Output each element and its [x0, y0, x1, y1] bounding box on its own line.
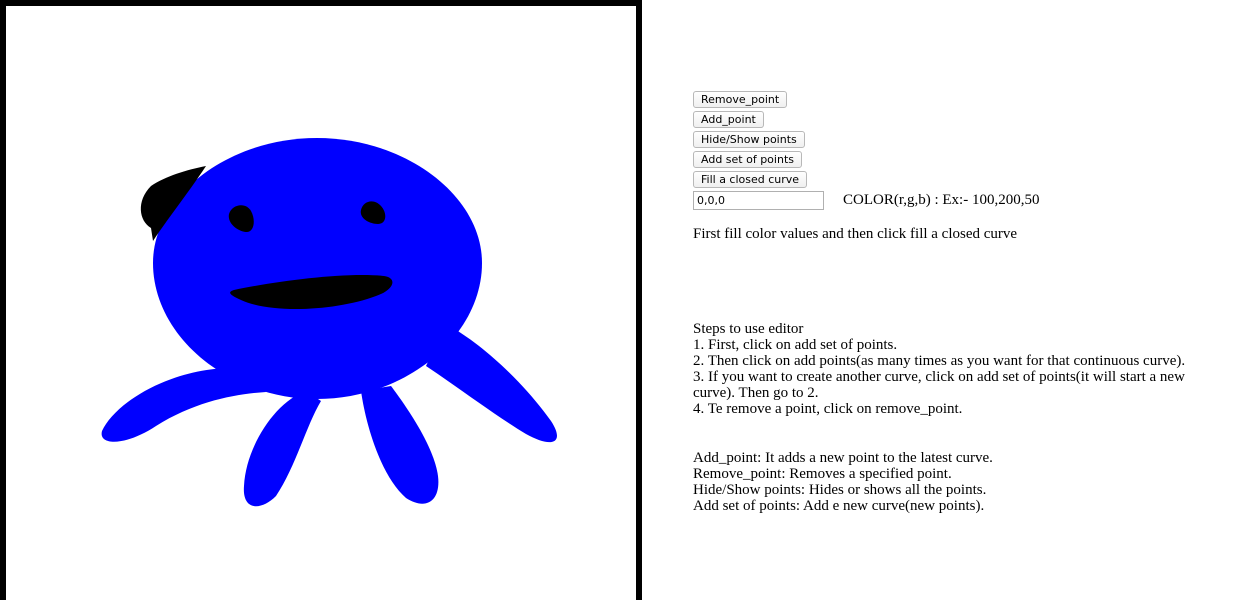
steps-title: Steps to use editor	[693, 321, 804, 337]
steps-section: Steps to use editor 1. First, click on a…	[693, 321, 1247, 417]
step-item: 2. Then click on add points(as many time…	[693, 353, 1186, 369]
help-item: Hide/Show points: Hides or shows all the…	[693, 482, 987, 498]
step-item: 1. First, click on add set of points.	[693, 337, 898, 353]
tentacle-mid-right	[361, 386, 439, 504]
fill-closed-curve-button[interactable]: Fill a closed curve	[693, 171, 808, 188]
hide-show-points-button[interactable]: Hide/Show points	[693, 131, 805, 148]
tentacle-mid-left	[243, 391, 321, 507]
fill-instruction: First fill color values and then click f…	[693, 226, 1018, 242]
drawing-canvas[interactable]	[0, 0, 642, 600]
step-item: 3. If you want to create another curve, …	[693, 369, 1185, 385]
step-item: 4. Te remove a point, click on remove_po…	[693, 401, 963, 417]
help-section: Add_point: It adds a new point to the la…	[693, 450, 1247, 514]
step-item: curve). Then go to 2.	[693, 385, 819, 401]
control-panel: Remove_point Add_point Hide/Show points …	[693, 91, 1247, 242]
color-label: COLOR(r,g,b) : Ex:- 100,200,50	[843, 192, 1040, 208]
help-item: Remove_point: Removes a specified point.	[693, 466, 952, 482]
help-item: Add_point: It adds a new point to the la…	[693, 450, 993, 466]
add-point-button[interactable]: Add_point	[693, 111, 764, 128]
color-row: COLOR(r,g,b) : Ex:- 100,200,50	[693, 191, 1247, 210]
remove-point-button[interactable]: Remove_point	[693, 91, 788, 108]
octopus-drawing	[101, 138, 557, 507]
color-input[interactable]	[693, 191, 824, 210]
add-set-of-points-button[interactable]: Add set of points	[693, 151, 802, 168]
help-item: Add set of points: Add e new curve(new p…	[693, 498, 985, 514]
